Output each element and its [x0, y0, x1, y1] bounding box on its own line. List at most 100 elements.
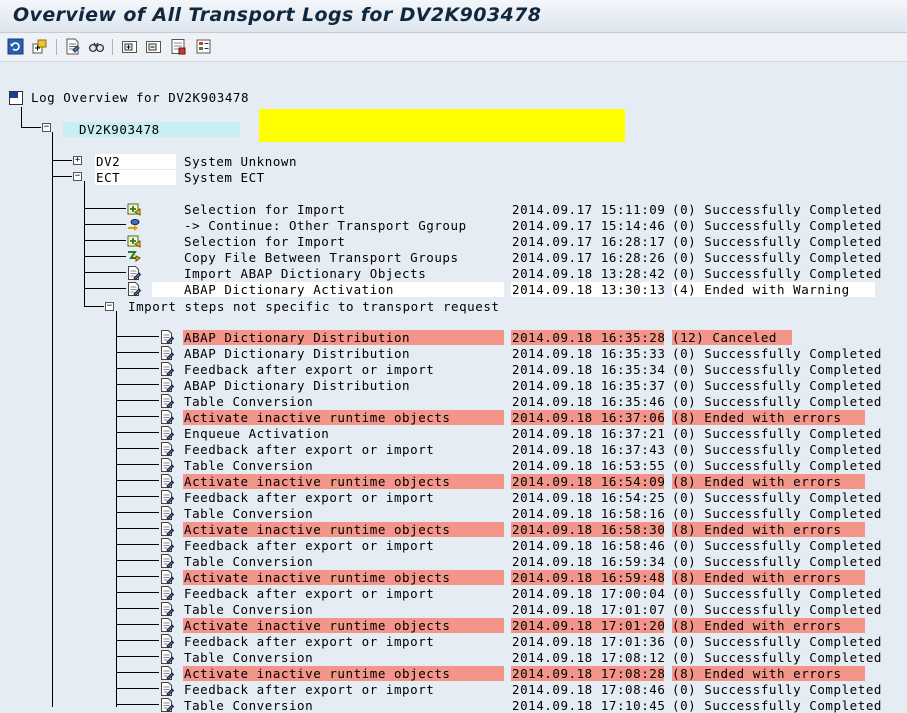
import-step-20-name[interactable]: Table Conversion	[184, 650, 313, 665]
import-step-3-name[interactable]: ABAP Dictionary Distribution	[184, 378, 410, 393]
log-document-icon	[159, 665, 175, 681]
settings-icon[interactable]	[170, 38, 187, 55]
ect-step-3-result: (0) Successfully Completed	[672, 250, 882, 265]
log-document-icon	[159, 697, 175, 713]
import-step-6-result: (0) Successfully Completed	[672, 426, 882, 441]
import-step-15-name[interactable]: Activate inactive runtime objects	[184, 570, 451, 585]
import-step-23-name[interactable]: Table Conversion	[184, 698, 313, 713]
import-step-1-result: (0) Successfully Completed	[672, 346, 882, 361]
ect-step-3-name[interactable]: Copy File Between Transport Groups	[184, 250, 459, 265]
ect-step-1-timestamp: 2014.09.17 15:14:46	[512, 218, 666, 233]
ect-step-1-result: (0) Successfully Completed	[672, 218, 882, 233]
application-toolbar	[0, 33, 907, 62]
import-step-1-name[interactable]: ABAP Dictionary Distribution	[184, 346, 410, 361]
system-dv2-status: System Unknown	[184, 154, 298, 169]
collapse-system-ect[interactable]: −	[73, 172, 82, 181]
import-step-8-result: (0) Successfully Completed	[672, 458, 882, 473]
import-step-5-name[interactable]: Activate inactive runtime objects	[184, 410, 451, 425]
continue-icon	[126, 217, 142, 233]
find-icon[interactable]	[88, 38, 105, 55]
expand-subtree-icon[interactable]	[31, 38, 48, 55]
collapse-request-node[interactable]: −	[42, 123, 51, 132]
import-step-18-name[interactable]: Activate inactive runtime objects	[184, 618, 451, 633]
import-step-0-name[interactable]: ABAP Dictionary Distribution	[184, 330, 410, 345]
expand-all-icon[interactable]	[121, 38, 138, 55]
import-step-2-timestamp: 2014.09.18 16:35:34	[512, 362, 666, 377]
ect-step-4-name[interactable]: Import ABAP Dictionary Objects	[184, 266, 426, 281]
import-group-label: Import steps not specific to transport r…	[128, 299, 500, 314]
import-step-7-result: (0) Successfully Completed	[672, 442, 882, 457]
import-step-2-name[interactable]: Feedback after export or import	[184, 362, 434, 377]
import-step-16-name[interactable]: Feedback after export or import	[184, 586, 434, 601]
import-step-6-name[interactable]: Enqueue Activation	[184, 426, 329, 441]
import-step-12-timestamp: 2014.09.18 16:58:30	[512, 522, 666, 537]
import-step-19-name[interactable]: Feedback after export or import	[184, 634, 434, 649]
log-document-icon	[159, 425, 175, 441]
expand-system-dv2[interactable]: +	[73, 156, 82, 165]
import-step-3-timestamp: 2014.09.18 16:35:37	[512, 378, 666, 393]
ect-step-5-result: (4) Ended with Warning	[672, 282, 850, 297]
import-step-9-timestamp: 2014.09.18 16:54:09	[512, 474, 666, 489]
import-step-8-name[interactable]: Table Conversion	[184, 458, 313, 473]
import-step-4-result: (0) Successfully Completed	[672, 394, 882, 409]
selection-icon	[126, 201, 142, 217]
import-step-11-name[interactable]: Table Conversion	[184, 506, 313, 521]
import-step-15-result: (8) Ended with errors	[672, 570, 842, 585]
import-step-3-result: (0) Successfully Completed	[672, 378, 882, 393]
log-document-icon	[159, 633, 175, 649]
import-step-9-name[interactable]: Activate inactive runtime objects	[184, 474, 451, 489]
log-document-icon	[159, 361, 175, 377]
import-step-18-timestamp: 2014.09.18 17:01:20	[512, 618, 666, 633]
import-step-10-result: (0) Successfully Completed	[672, 490, 882, 505]
log-document-icon	[159, 409, 175, 425]
import-step-10-name[interactable]: Feedback after export or import	[184, 490, 434, 505]
import-step-13-result: (0) Successfully Completed	[672, 538, 882, 553]
import-step-4-name[interactable]: Table Conversion	[184, 394, 313, 409]
import-step-17-name[interactable]: Table Conversion	[184, 602, 313, 617]
import-step-7-name[interactable]: Feedback after export or import	[184, 442, 434, 457]
system-ect-status: System ECT	[184, 170, 265, 185]
ect-step-1-name[interactable]: -> Continue: Other Transport Ggroup	[184, 218, 467, 233]
ect-step-0-timestamp: 2014.09.17 15:11:09	[512, 202, 666, 217]
ect-step-5-name[interactable]: ABAP Dictionary Activation	[184, 282, 394, 297]
ect-step-4-timestamp: 2014.09.18 13:28:42	[512, 266, 666, 281]
collapse-import-group[interactable]: −	[105, 302, 114, 311]
import-step-12-result: (8) Ended with errors	[672, 522, 842, 537]
log-document-icon	[159, 601, 175, 617]
toolbar-separator	[56, 39, 57, 55]
page-title: Overview of All Transport Logs for DV2K9…	[13, 4, 542, 26]
collapse-all-icon[interactable]	[145, 38, 162, 55]
import-step-23-timestamp: 2014.09.18 17:10:45	[512, 698, 666, 713]
display-log-icon[interactable]	[64, 38, 81, 55]
copy-file-icon	[126, 249, 142, 265]
import-step-14-name[interactable]: Table Conversion	[184, 554, 313, 569]
log-document-icon	[159, 521, 175, 537]
legend-icon[interactable]	[195, 38, 212, 55]
import-step-21-timestamp: 2014.09.18 17:08:28	[512, 666, 666, 681]
refresh-icon[interactable]	[7, 38, 24, 55]
system-dv2-id[interactable]: DV2	[96, 154, 120, 169]
import-step-17-timestamp: 2014.09.18 17:01:07	[512, 602, 666, 617]
log-document-icon	[159, 681, 175, 697]
redacted-highlight	[259, 109, 625, 142]
import-step-12-name[interactable]: Activate inactive runtime objects	[184, 522, 451, 537]
import-step-5-result: (8) Ended with errors	[672, 410, 842, 425]
import-step-10-timestamp: 2014.09.18 16:54:25	[512, 490, 666, 505]
import-step-21-result: (8) Ended with errors	[672, 666, 842, 681]
import-step-22-name[interactable]: Feedback after export or import	[184, 682, 434, 697]
ect-step-2-name[interactable]: Selection for Import	[184, 234, 346, 249]
log-document-icon	[159, 505, 175, 521]
title-bar: Overview of All Transport Logs for DV2K9…	[0, 0, 907, 33]
request-id[interactable]: DV2K903478	[79, 122, 160, 137]
log-document-icon	[159, 345, 175, 361]
log-document-icon	[159, 617, 175, 633]
system-ect-id[interactable]: ECT	[96, 170, 120, 185]
import-step-9-result: (8) Ended with errors	[672, 474, 842, 489]
import-step-8-timestamp: 2014.09.18 16:53:55	[512, 458, 666, 473]
ect-step-0-name[interactable]: Selection for Import	[184, 202, 346, 217]
log-document-icon	[159, 457, 175, 473]
import-step-13-name[interactable]: Feedback after export or import	[184, 538, 434, 553]
import-step-4-timestamp: 2014.09.18 16:35:46	[512, 394, 666, 409]
log-document-icon	[159, 329, 175, 345]
import-step-21-name[interactable]: Activate inactive runtime objects	[184, 666, 451, 681]
